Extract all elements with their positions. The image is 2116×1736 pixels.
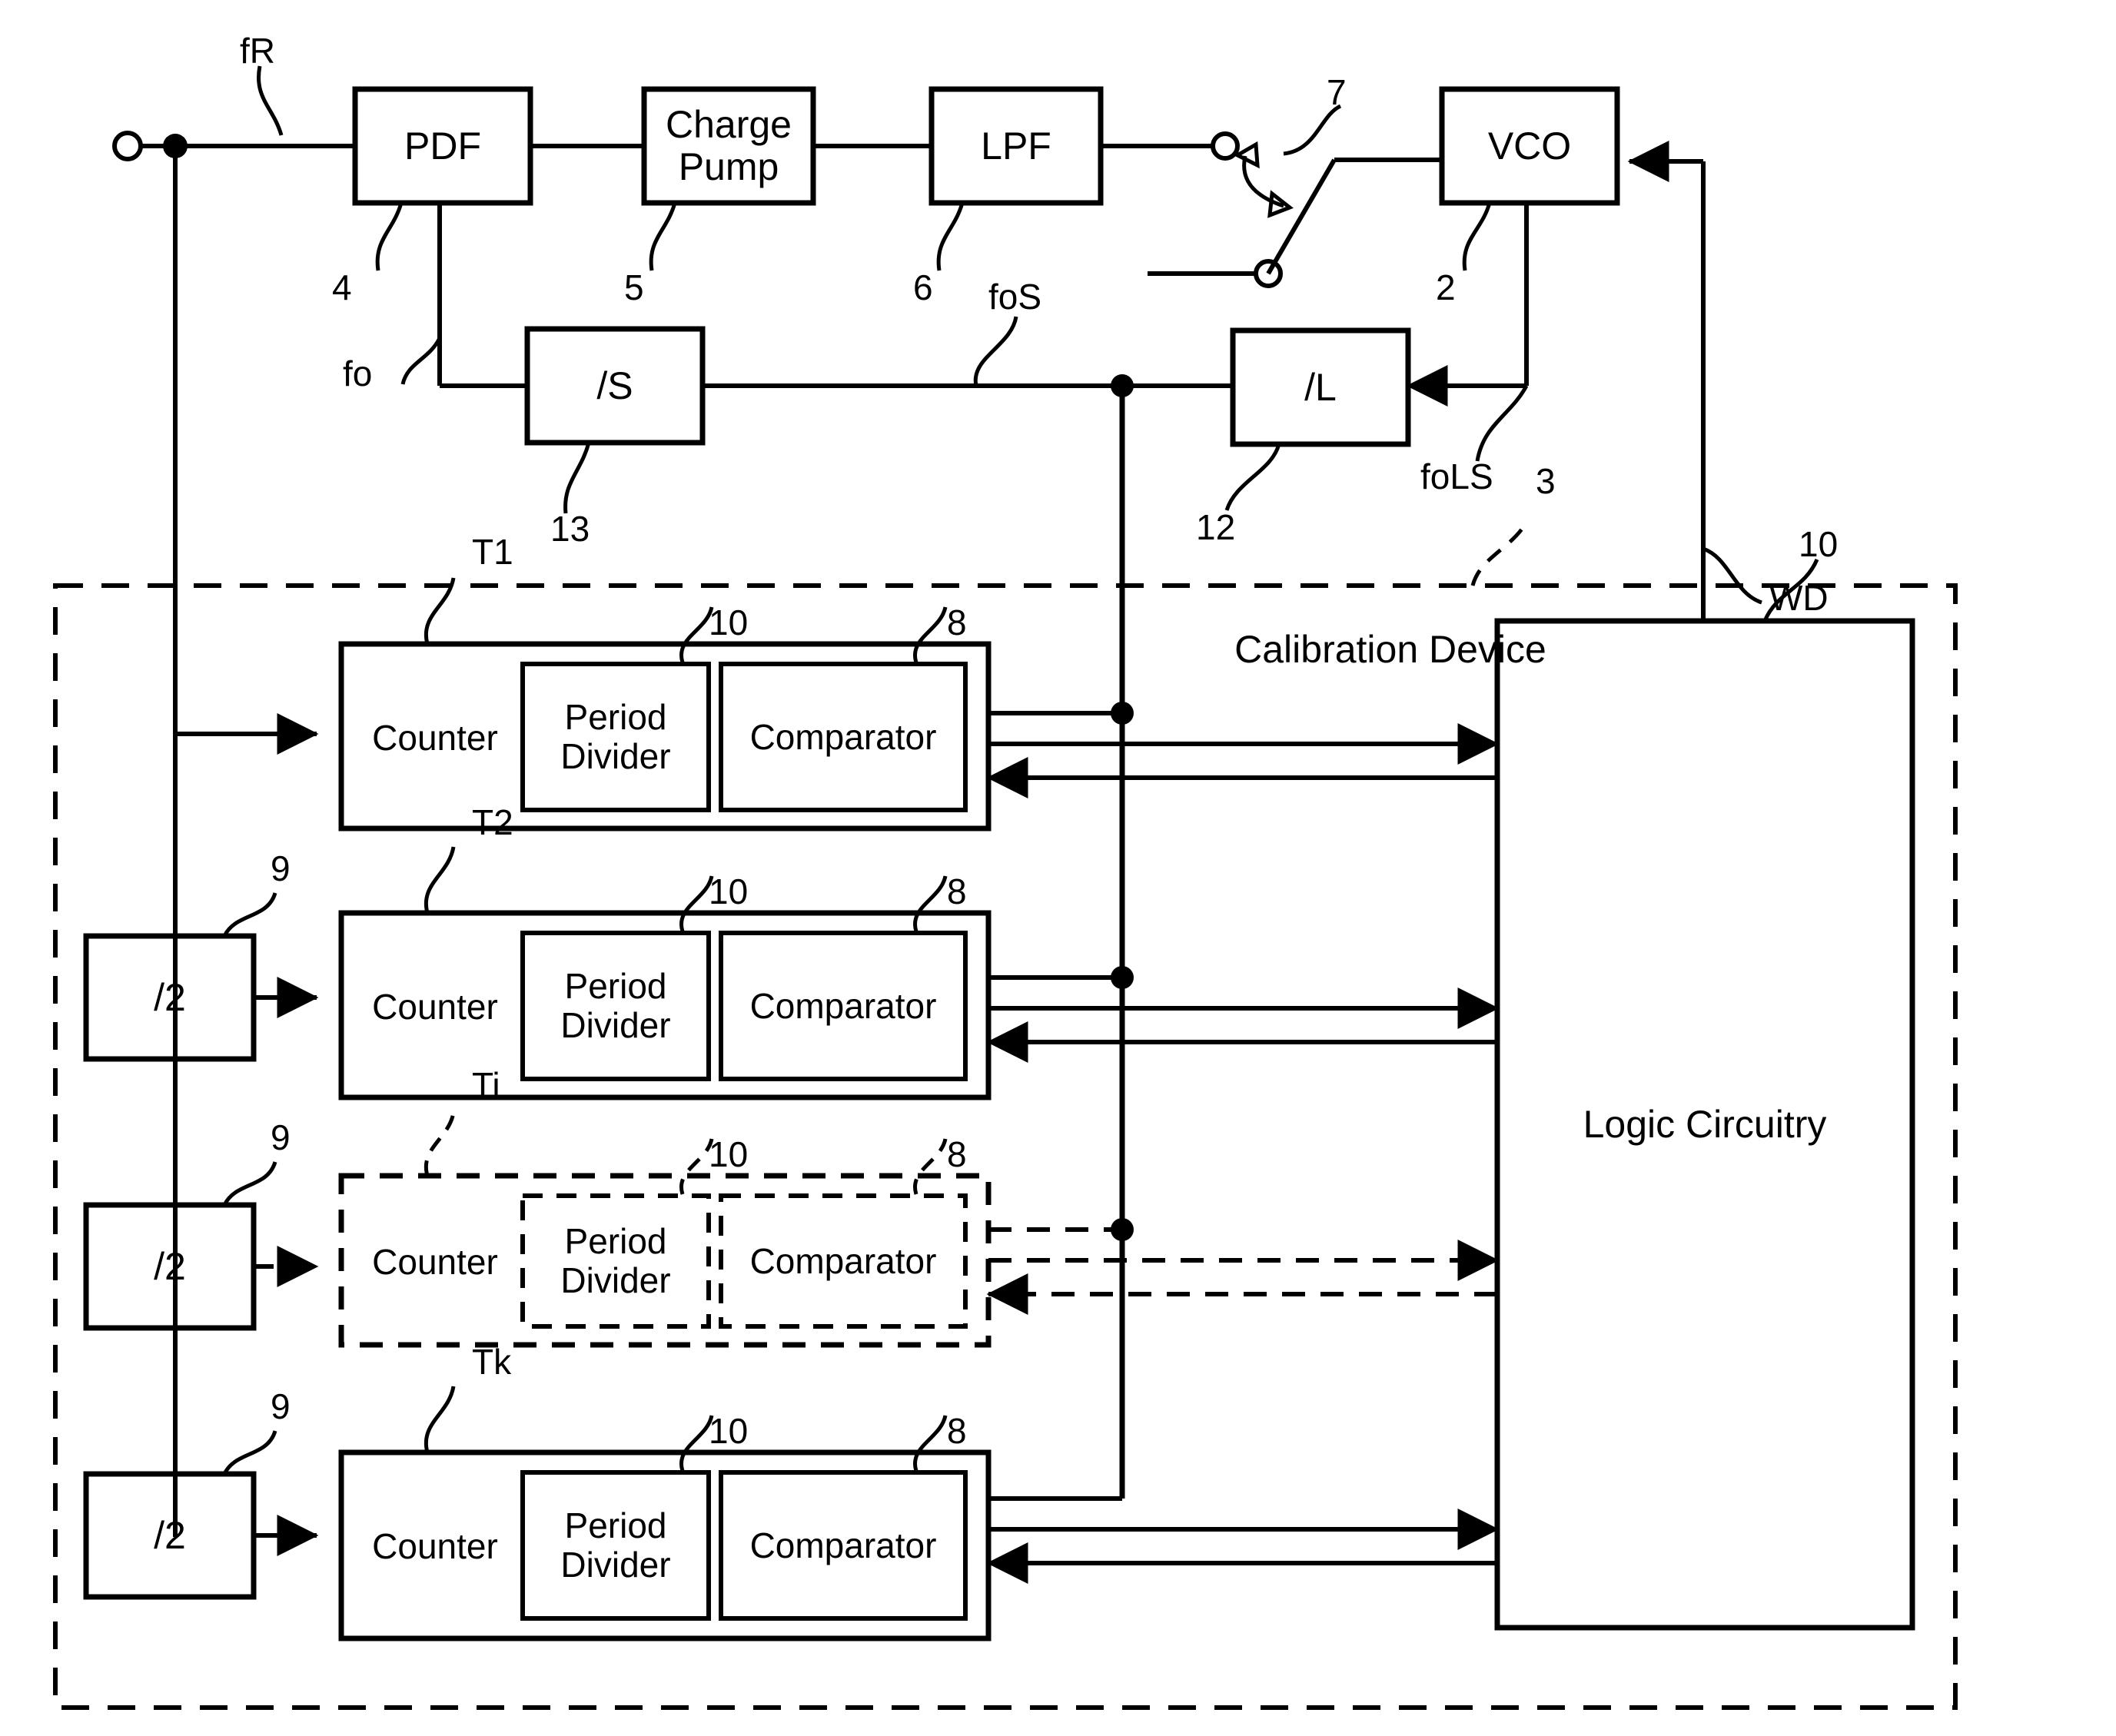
ref-tk-period-divider: 10 (709, 1411, 749, 1451)
tag-tk: Tk (472, 1342, 512, 1382)
ref-ti-period-divider: 10 (709, 1134, 749, 1174)
pdf-block-label: PDF (404, 124, 481, 168)
signal-wd-label: WD (1769, 578, 1829, 618)
signal-fr-label: fR (240, 31, 275, 71)
input-terminal-circle (112, 131, 143, 161)
t1-period-divider-label: Period Divider (560, 697, 671, 776)
ti-counter-label: Counter (372, 1241, 498, 1282)
t2-comparator-label: Comparator (749, 985, 937, 1026)
ref-switch: 7 (1327, 72, 1347, 112)
ref-div2-1: 9 (271, 848, 291, 888)
ti-comparator-label: Comparator (749, 1240, 937, 1281)
logic-circuitry-label: Logic Circuitry (1583, 1102, 1827, 1146)
ti-period-divider-label: Period Divider (560, 1221, 671, 1300)
ref-div2-3: 9 (271, 1386, 291, 1426)
ref-ti-comparator: 8 (947, 1134, 967, 1174)
t2-period-divider-label: Period Divider (560, 966, 671, 1045)
ref-t1-period-divider: 10 (709, 602, 749, 642)
vco-block-label: VCO (1487, 124, 1572, 168)
diagram-canvas: PDF Charge Pump LPF VCO /S /L fR fo foS … (0, 0, 2116, 1736)
div2-2-label: /2 (154, 1244, 186, 1288)
ref-lpf: 6 (913, 267, 933, 307)
divider-s-block-label: /S (596, 363, 633, 407)
tag-t2: T2 (472, 802, 513, 842)
ref-t2-period-divider: 10 (709, 871, 749, 911)
switch-contact-upper (1211, 131, 1240, 161)
div2-3-label: /2 (154, 1513, 186, 1557)
t1-counter-label: Counter (372, 717, 498, 758)
ref-calibration-device: 3 (1536, 461, 1556, 501)
ref-divider-l: 12 (1196, 507, 1236, 547)
ref-divider-s: 13 (550, 509, 590, 549)
tag-t1: T1 (472, 532, 513, 572)
ref-t2-comparator: 8 (947, 871, 967, 911)
divider-l-block-label: /L (1304, 365, 1337, 409)
charge-pump-block-label: Charge Pump (666, 103, 792, 188)
signal-fols-label: foLS (1420, 456, 1493, 496)
t1-comparator-label: Comparator (749, 716, 937, 757)
div2-1-label: /2 (154, 975, 186, 1019)
signal-fo-label: fo (343, 354, 373, 393)
tk-period-divider-label: Period Divider (560, 1505, 671, 1585)
ref-t1-comparator: 8 (947, 602, 967, 642)
tk-comparator-label: Comparator (749, 1525, 937, 1565)
t2-counter-label: Counter (372, 986, 498, 1027)
lpf-block-label: LPF (981, 124, 1051, 168)
ref-logic-circuitry: 10 (1799, 524, 1839, 564)
ref-vco: 2 (1436, 267, 1456, 307)
ref-tk-comparator: 8 (947, 1411, 967, 1451)
tk-counter-label: Counter (372, 1525, 498, 1566)
fos-junction-dot-top (1111, 374, 1134, 397)
ref-pdf: 4 (332, 267, 352, 307)
ref-div2-2: 9 (271, 1117, 291, 1157)
ref-charge-pump: 5 (624, 267, 644, 307)
signal-fos-label: foS (988, 277, 1042, 317)
tag-ti: Ti (472, 1065, 500, 1105)
